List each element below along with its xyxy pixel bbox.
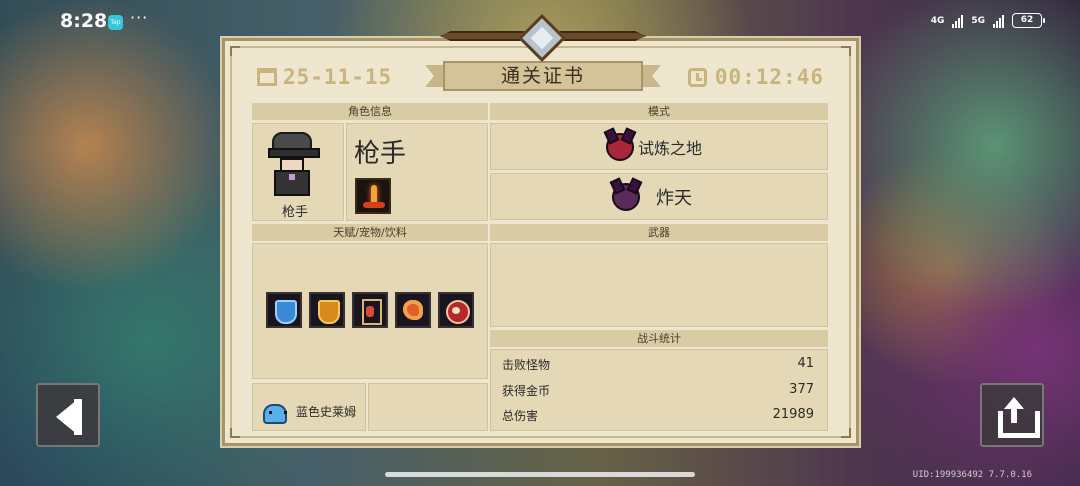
status-bar: 8:28 Tap ··· 4G 5G 62 xyxy=(0,0,1080,44)
signal-icon xyxy=(993,14,1004,28)
talents-section-header: 天赋/宠物/饮料 xyxy=(252,224,488,241)
character-section-header: 角色信息 xyxy=(252,103,488,120)
character-sprite-box xyxy=(252,123,344,221)
date-text: 25-11-15 xyxy=(283,65,393,89)
corner-ornament xyxy=(841,428,851,438)
title-ribbon: 通关证书 xyxy=(425,61,661,93)
status-time: 8:28 xyxy=(60,10,108,32)
difficulty-box xyxy=(490,173,828,220)
network-4g-label: 4G xyxy=(930,15,945,26)
clock-icon xyxy=(687,67,707,87)
corner-ornament xyxy=(841,46,851,56)
mode-box xyxy=(490,123,828,170)
battery-icon: 62 xyxy=(1012,13,1045,28)
corner-ornament xyxy=(230,46,240,56)
share-button[interactable] xyxy=(980,383,1044,447)
time-display: 00:12:46 xyxy=(687,65,824,89)
weapon-box xyxy=(490,243,828,327)
back-button[interactable] xyxy=(36,383,100,447)
corner-ornament xyxy=(230,428,240,438)
share-icon xyxy=(1011,407,1017,423)
character-info-box xyxy=(346,123,488,221)
network-5g-label: 5G xyxy=(971,15,985,26)
drink-box xyxy=(368,383,488,431)
uid-label: UID:199936492 7.7.0.16 xyxy=(912,470,1032,480)
certificate-card: 25-11-15 通关证书 00:12:46 角色信息 模式 天赋/宠物/饮料 … xyxy=(222,13,859,446)
battle-stats-box xyxy=(490,349,828,431)
tap-app-icon: Tap xyxy=(108,15,123,30)
more-dots-icon: ··· xyxy=(130,8,149,27)
date-display: 25-11-15 xyxy=(257,65,392,89)
pet-box xyxy=(252,383,366,431)
talents-box xyxy=(252,243,488,379)
weapon-section-header: 武器 xyxy=(490,224,828,241)
home-indicator[interactable] xyxy=(385,472,695,477)
duration-text: 00:12:46 xyxy=(714,65,824,89)
battle-stats-section-header: 战斗统计 xyxy=(490,330,828,347)
calendar-icon xyxy=(257,68,277,86)
certificate-title: 通关证书 xyxy=(443,61,643,91)
signal-icon xyxy=(952,14,964,28)
mode-section-header: 模式 xyxy=(490,103,828,120)
